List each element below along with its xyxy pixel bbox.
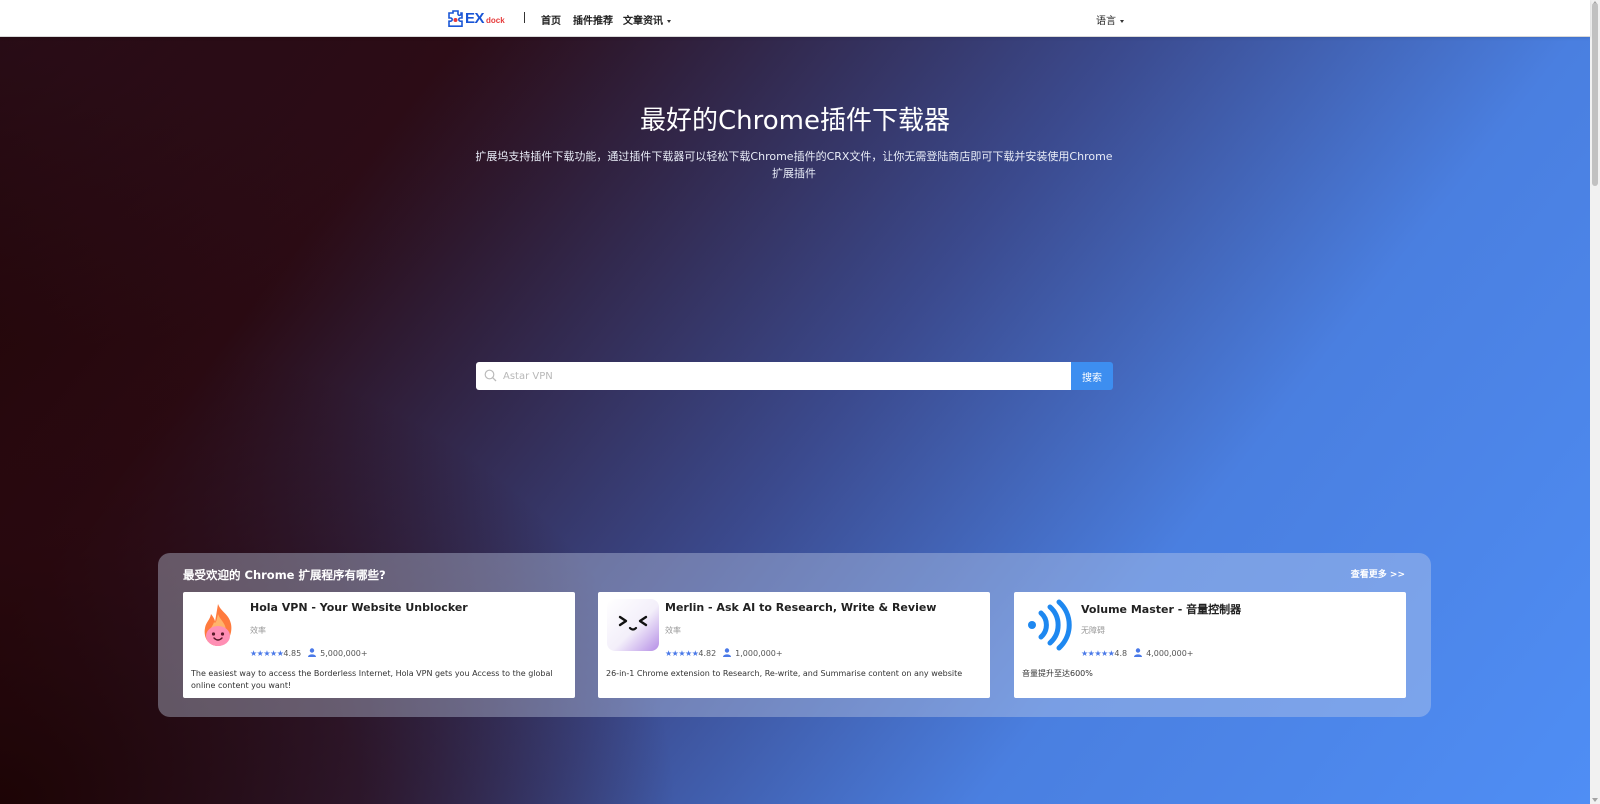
nav-recommend-link[interactable]: 插件推荐 (573, 12, 613, 27)
extension-description: 音量提升至达600% (1022, 669, 1093, 678)
chevron-down-icon (667, 19, 671, 23)
extension-description: The easiest way to access the Borderless… (191, 669, 553, 690)
search-icon (484, 367, 497, 386)
rating-stars-icon: ★★★★★ (1081, 649, 1115, 658)
page-title: 最好的Chrome插件下载器 (640, 106, 950, 136)
logo-text-ex: EX (465, 9, 485, 27)
extension-card-volume-master[interactable]: Volume Master - 音量控制器 无障碍 ★★★★★ 4.8 4,00… (1014, 592, 1406, 698)
extension-meta: ★★★★★ 4.85 5,000,000+ (250, 648, 368, 659)
view-more-link[interactable]: 查看更多 >> (1351, 567, 1405, 580)
merlin-face-icon (606, 598, 660, 652)
scroll-down-arrow-icon[interactable] (1592, 798, 1598, 802)
popular-section-title: 最受欢迎的 Chrome 扩展程序有哪些? (183, 568, 386, 582)
user-icon (723, 648, 732, 659)
logo-text-dock: dock (486, 16, 505, 25)
extension-name: Merlin - Ask AI to Research, Write & Rev… (665, 601, 937, 614)
search-input-wrapper (476, 362, 1071, 390)
rating-stars-icon: ★★★★★ (665, 649, 699, 658)
chevron-down-icon (1120, 19, 1124, 23)
extension-category: 效率 (250, 626, 266, 635)
extension-card-merlin[interactable]: Merlin - Ask AI to Research, Write & Rev… (598, 592, 990, 698)
page-scrollbar[interactable] (1590, 0, 1600, 804)
site-logo[interactable]: EX dock (448, 8, 505, 28)
language-dropdown[interactable]: 语言 (1096, 12, 1124, 27)
extension-users: 5,000,000+ (320, 649, 368, 658)
extension-name: Hola VPN - Your Website Unblocker (250, 601, 468, 614)
extension-rating: 4.85 (283, 649, 302, 658)
search-button[interactable]: 搜索 (1071, 362, 1113, 390)
search-input[interactable] (497, 362, 1071, 390)
nav-home-link[interactable]: 首页 (541, 12, 561, 27)
flame-face-icon (191, 598, 245, 652)
scrollbar-thumb[interactable] (1592, 3, 1598, 186)
extension-meta: ★★★★★ 4.82 1,000,000+ (665, 648, 783, 659)
language-label: 语言 (1096, 16, 1116, 27)
extension-rating: 4.8 (1114, 649, 1128, 658)
extension-users: 1,000,000+ (735, 649, 783, 658)
nav-articles-dropdown[interactable]: 文章资讯 (623, 12, 671, 27)
extension-rating: 4.82 (698, 649, 717, 658)
extension-meta: ★★★★★ 4.8 4,000,000+ (1081, 648, 1194, 659)
extension-users: 4,000,000+ (1146, 649, 1194, 658)
extension-category: 无障碍 (1081, 626, 1105, 635)
nav-divider (524, 12, 525, 23)
puzzle-logo-icon (448, 9, 463, 27)
extension-name: Volume Master - 音量控制器 (1081, 603, 1242, 616)
extension-description: 26-in-1 Chrome extension to Research, Re… (606, 669, 963, 678)
user-icon (308, 648, 317, 659)
nav-articles-label: 文章资讯 (623, 16, 663, 27)
extension-category: 效率 (665, 626, 681, 635)
search-bar: 搜索 (476, 362, 1113, 390)
top-navbar: EX dock 首页 插件推荐 文章资讯 语言 (0, 0, 1590, 37)
sound-waves-icon (1022, 598, 1076, 652)
extension-card-hola-vpn[interactable]: Hola VPN - Your Website Unblocker 效率 ★★★… (183, 592, 575, 698)
user-icon (1134, 648, 1143, 659)
popular-extensions-panel: 最受欢迎的 Chrome 扩展程序有哪些? 查看更多 >> Hola VPN -… (158, 553, 1431, 717)
page-subtitle: 扩展坞支持插件下载功能，通过插件下载器可以轻松下载Chrome插件的CRX文件，… (475, 150, 1113, 180)
rating-stars-icon: ★★★★★ (250, 649, 284, 658)
